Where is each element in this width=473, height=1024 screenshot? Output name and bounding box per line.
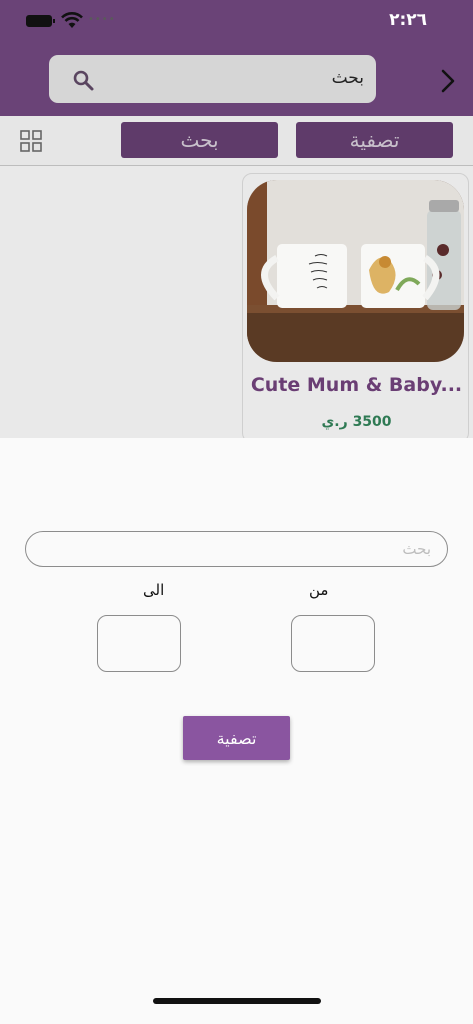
header: بحث (0, 40, 473, 116)
filter-search-input[interactable] (25, 531, 448, 567)
product-name: Cute Mum & Baby... (250, 374, 463, 396)
home-indicator[interactable] (153, 998, 321, 1004)
filter-sheet: الى من تصفية (0, 438, 473, 1024)
toolbar-search-button[interactable]: بحث (121, 122, 278, 158)
apply-filter-button[interactable]: تصفية (183, 716, 290, 760)
status-time: ٢:٢٦ (389, 10, 427, 30)
header-search-text: بحث (331, 68, 364, 88)
battery-icon (26, 15, 55, 27)
to-value-field[interactable] (97, 615, 181, 672)
toolbar: بحث تصفية (0, 116, 473, 166)
product-price: 3500 ر.ي (321, 414, 392, 430)
wifi-icon (61, 12, 83, 28)
toolbar-filter-button[interactable]: تصفية (296, 122, 453, 158)
product-card[interactable]: Cute Mum & Baby... 3500 ر.ي (242, 173, 469, 438)
to-label: الى (143, 581, 165, 599)
header-search-bar[interactable]: بحث (49, 55, 376, 103)
status-bar: •••• ٢:٢٦ (0, 0, 473, 40)
grid-view-icon[interactable] (20, 130, 42, 152)
from-label: من (309, 581, 329, 599)
from-value-field[interactable] (291, 615, 375, 672)
product-image (247, 180, 464, 362)
background-app: •••• ٢:٢٦ بحث بحث تصفية Cute Mum & Baby.… (0, 0, 473, 438)
signal-dots: •••• (88, 14, 116, 25)
chevron-right-icon[interactable] (439, 68, 457, 94)
search-icon (73, 70, 94, 91)
